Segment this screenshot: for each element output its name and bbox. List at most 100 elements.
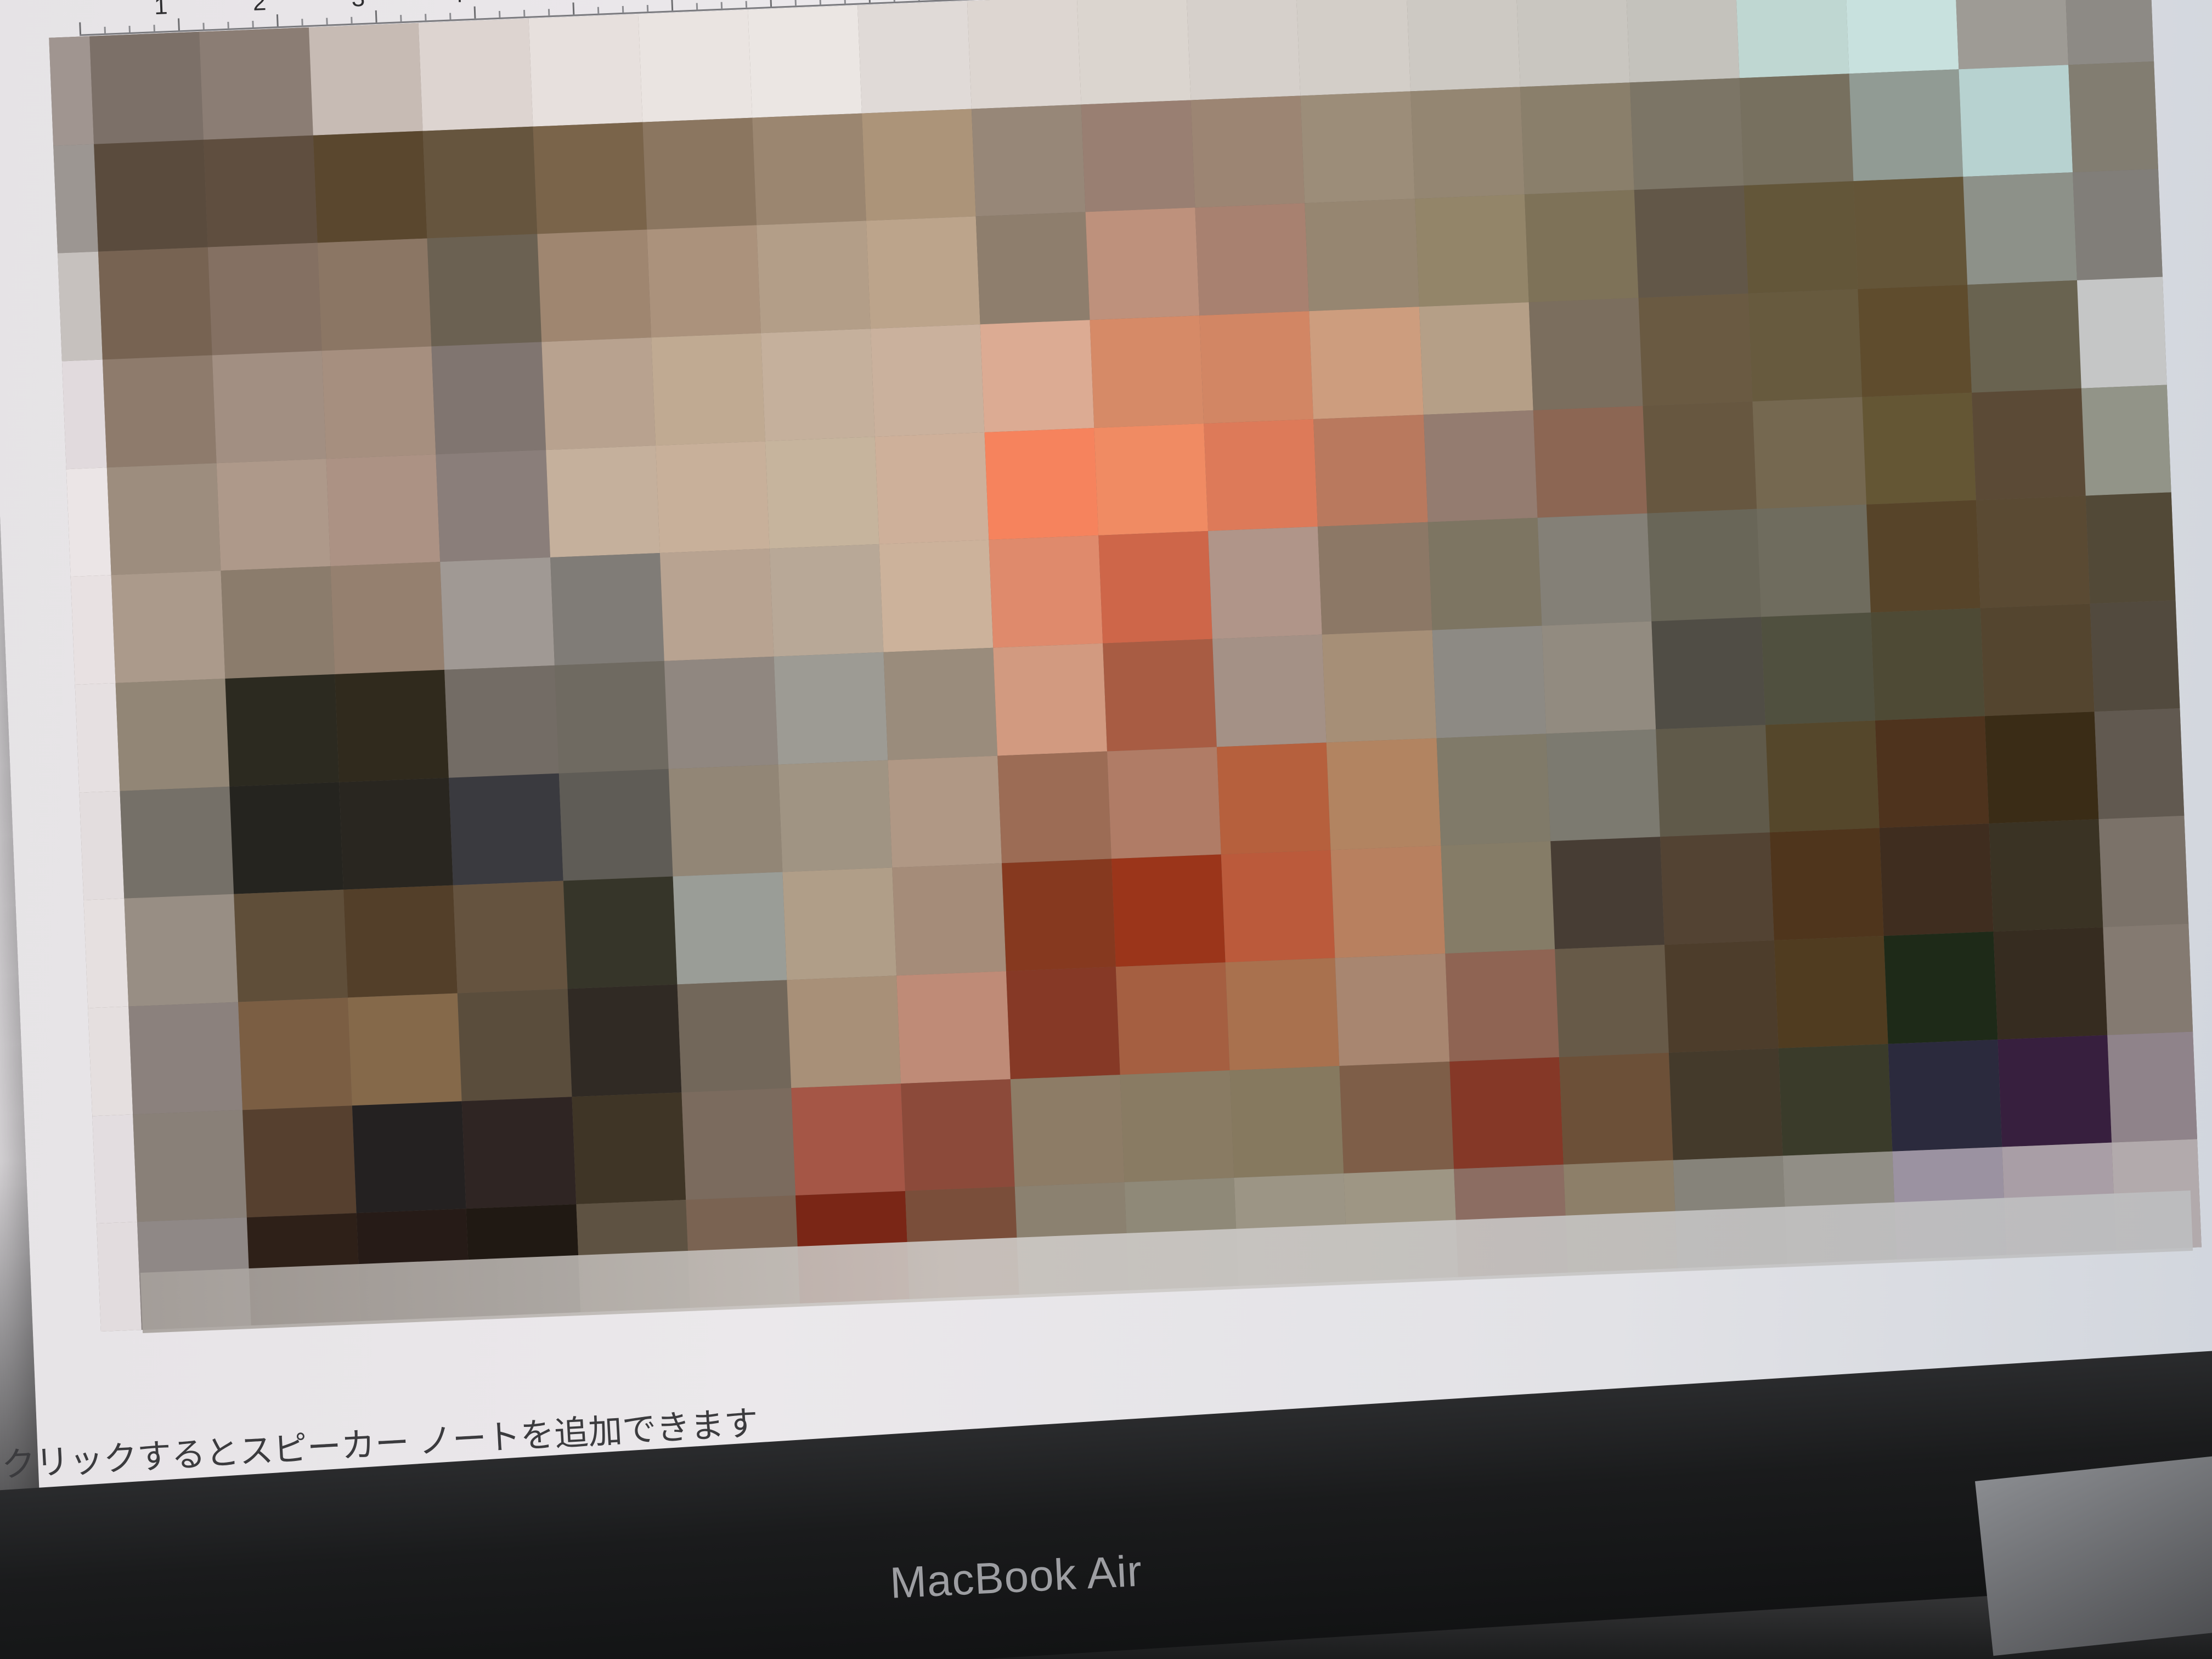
mosaic-cell [1423, 410, 1538, 523]
mosaic-cell [440, 557, 555, 670]
mosaic-cell [975, 212, 1090, 325]
ruler-tick [646, 5, 649, 12]
mosaic-cell [664, 656, 778, 769]
ruler-number: 5 [548, 0, 562, 4]
mosaic-cell [1094, 423, 1209, 536]
mosaic-cell [204, 135, 318, 247]
mosaic-cell [528, 14, 643, 127]
ruler-tick [794, 0, 797, 6]
ruler-number: 4 [449, 0, 464, 8]
mosaic-cell [111, 571, 225, 683]
ruler-tick [276, 14, 279, 27]
mosaic-cell [883, 647, 998, 760]
mosaic-cell [98, 247, 212, 360]
mosaic-cell [791, 1083, 905, 1196]
mosaic-cell [545, 445, 660, 558]
mosaic-cell [2094, 708, 2185, 820]
mosaic-cell [449, 773, 563, 885]
ruler-tick [720, 2, 723, 9]
mosaic-cell [1643, 401, 1757, 514]
slide-canvas[interactable] [49, 0, 2202, 1332]
mosaic-cell [89, 31, 204, 144]
mosaic-cell [1989, 819, 2103, 932]
mosaic-cell [1309, 307, 1424, 419]
ruler-tick [622, 5, 624, 13]
mosaic-cell [896, 971, 1011, 1084]
mosaic-cell [1195, 203, 1310, 316]
mosaic-cell [115, 678, 230, 791]
ruler-tick [918, 0, 920, 1]
laptop-hinge [1975, 1452, 2212, 1656]
mosaic-cell [563, 876, 678, 989]
mosaic-cell [1954, 0, 2069, 69]
mosaic-cell [1441, 841, 1555, 954]
ruler-tick [548, 9, 550, 16]
mosaic-cell [1664, 940, 1779, 1053]
mosaic-cell [1757, 504, 1871, 617]
mosaic-cell [208, 242, 322, 356]
mosaic-cell [431, 342, 546, 454]
ruler-number: 3 [351, 0, 365, 13]
mosaic-cell [541, 337, 656, 450]
mosaic-cell [659, 549, 774, 661]
ruler-tick [473, 6, 476, 19]
mosaic-cell [1296, 0, 1410, 96]
mosaic-cell [857, 1, 972, 114]
mosaic-cell [572, 1092, 686, 1205]
mosaic-cell [1629, 77, 1744, 190]
ruler-tick [79, 22, 82, 35]
mosaic-cell [1120, 1070, 1234, 1183]
mosaic-cell [453, 881, 568, 994]
mosaic-cell [533, 122, 647, 234]
mosaic-cell [677, 980, 792, 1092]
mosaic-cell [1743, 181, 1858, 294]
mosaic-cell [1638, 293, 1753, 406]
mosaic-cell [79, 791, 125, 900]
mosaic-cell [1190, 95, 1305, 208]
ruler-tick [178, 18, 180, 31]
mosaic-cell [1414, 194, 1529, 307]
mosaic-cell [1107, 747, 1222, 859]
mosaic-cell [348, 993, 462, 1105]
mosaic-cell [1993, 927, 2108, 1040]
mosaic-cell [309, 22, 424, 136]
mosaic-cell [326, 454, 441, 567]
mosaic-cell [97, 1222, 142, 1332]
mosaic-cell [2073, 169, 2163, 280]
mosaic-cell [225, 674, 340, 787]
mosaic-cell [75, 682, 120, 793]
mosaic-cell [752, 113, 866, 225]
mosaic-cell [1081, 100, 1195, 212]
mosaic-cell [1735, 0, 1849, 78]
mosaic-cell [1774, 936, 1888, 1048]
mosaic-cell [642, 117, 757, 230]
mosaic-cell [567, 984, 682, 1097]
mosaic-cell [1300, 91, 1415, 204]
mosaic-cell [427, 234, 541, 347]
mosaic-cell [984, 427, 1099, 540]
mosaic-cell [1090, 315, 1204, 428]
mosaic-cell [971, 104, 1086, 217]
mosaic-cell [1533, 405, 1647, 518]
mosaic-cell [1204, 419, 1318, 532]
mosaic-cell [2103, 923, 2193, 1035]
mosaic-cell [1322, 630, 1437, 743]
mosaic-cell [462, 1096, 577, 1209]
mosaic-cell [673, 872, 787, 985]
ruler-tick [301, 19, 303, 26]
mosaic-cell [120, 786, 234, 899]
mosaic-cell [339, 777, 454, 890]
mosaic-cell [787, 975, 901, 1088]
ruler-tick [819, 0, 821, 5]
mosaic-cell [537, 229, 651, 342]
mosaic-cell [1331, 845, 1445, 958]
mosaic-cell [53, 144, 99, 253]
mosaic-cell [1980, 603, 2095, 716]
mosaic-cell [1432, 625, 1547, 738]
mosaic-cell [1752, 397, 1867, 510]
mosaic-cell [229, 782, 344, 894]
mosaic-cell [1778, 1043, 1893, 1156]
mosaic-cell [651, 333, 765, 445]
ruler-tick [400, 15, 402, 22]
mosaic-cell [1327, 738, 1441, 850]
